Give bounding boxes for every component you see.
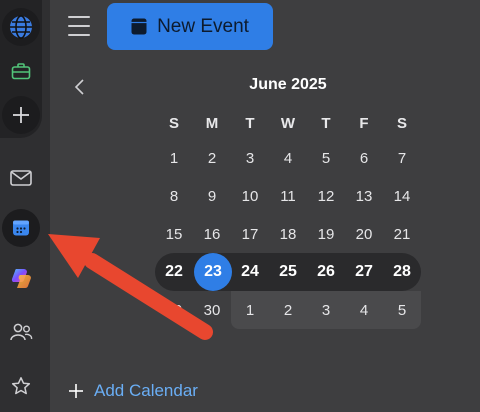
mail-icon (10, 170, 32, 186)
month-grid: S M T W T F S 1 2 3 4 5 6 7 8 9 10 11 12… (155, 104, 421, 332)
favorites-button[interactable] (0, 365, 42, 407)
plus-icon (13, 107, 29, 123)
globe-icon (10, 15, 32, 39)
calendar-day[interactable]: 17 (231, 215, 269, 253)
calendar-day[interactable]: 26 (307, 253, 345, 291)
calendar-day[interactable]: 15 (155, 215, 193, 253)
calendar-day-next-month[interactable]: 4 (345, 291, 383, 329)
copilot-button[interactable] (0, 257, 42, 299)
calendar-day[interactable]: 6 (345, 139, 383, 177)
mail-button[interactable] (0, 157, 42, 199)
calendar-day[interactable]: 14 (383, 177, 421, 215)
add-calendar-button[interactable]: Add Calendar (68, 380, 198, 402)
work-account-button[interactable] (0, 50, 42, 92)
briefcase-icon (11, 63, 31, 80)
star-icon (11, 377, 31, 395)
calendar-day[interactable]: 18 (269, 215, 307, 253)
menu-toggle-button[interactable] (68, 16, 90, 36)
calendar-day-next-month[interactable]: 5 (383, 291, 421, 329)
weekday-label: T (245, 114, 255, 132)
calendar-day-next-month[interactable]: 1 (231, 291, 269, 329)
calendar-day[interactable]: 11 (269, 177, 307, 215)
weekday-label: M (205, 114, 219, 132)
calendar-day[interactable]: 27 (345, 253, 383, 291)
weekday-label: S (168, 114, 179, 132)
previous-month-button[interactable] (71, 78, 89, 96)
globe-account-button[interactable] (0, 6, 42, 48)
add-calendar-label: Add Calendar (94, 381, 198, 400)
calendar-day[interactable]: 30 (193, 291, 231, 329)
new-event-button[interactable]: New Event (107, 3, 273, 50)
calendar-button[interactable] (0, 207, 42, 249)
calendar-day[interactable]: 9 (193, 177, 231, 215)
calendar-day[interactable]: 7 (383, 139, 421, 177)
calendar-day[interactable]: 12 (307, 177, 345, 215)
calendar-day[interactable]: 10 (231, 177, 269, 215)
calendar-day[interactable]: 13 (345, 177, 383, 215)
people-icon (10, 323, 33, 341)
calendar-day[interactable]: 3 (231, 139, 269, 177)
calendar-day[interactable]: 1 (155, 139, 193, 177)
calendar-day[interactable]: 28 (383, 253, 421, 291)
calendar-day[interactable]: 25 (269, 253, 307, 291)
calendar-day-next-month[interactable]: 3 (307, 291, 345, 329)
hamburger-icon (68, 16, 90, 18)
plus-icon (69, 384, 83, 398)
calendar-day[interactable]: 8 (155, 177, 193, 215)
weekday-label: F (359, 114, 369, 132)
calendar-day[interactable]: 19 (307, 215, 345, 253)
calendar-day[interactable]: 16 (193, 215, 231, 253)
new-event-label: New Event (157, 15, 249, 37)
weekday-label: S (396, 114, 407, 132)
calendar-icon (131, 18, 147, 35)
month-title: June 2025 (249, 76, 327, 93)
app-rail (0, 0, 50, 412)
calendar-day-next-month[interactable]: 2 (269, 291, 307, 329)
calendar-day[interactable]: 29 (155, 291, 193, 329)
copilot-icon (11, 269, 31, 289)
calendar-day[interactable]: 24 (231, 253, 269, 291)
add-account-button[interactable] (0, 94, 42, 136)
calendar-day-today[interactable]: 23 (194, 253, 232, 291)
calendar-day[interactable]: 21 (383, 215, 421, 253)
calendar-day[interactable]: 4 (269, 139, 307, 177)
people-button[interactable] (0, 311, 42, 353)
chevron-left-icon (74, 79, 84, 95)
weekday-label: W (280, 114, 296, 132)
calendar-day[interactable]: 22 (155, 253, 193, 291)
calendar-day[interactable]: 5 (307, 139, 345, 177)
calendar-day[interactable]: 20 (345, 215, 383, 253)
calendar-day[interactable]: 2 (193, 139, 231, 177)
weekday-label: T (321, 114, 331, 132)
calendar-icon (13, 220, 29, 236)
